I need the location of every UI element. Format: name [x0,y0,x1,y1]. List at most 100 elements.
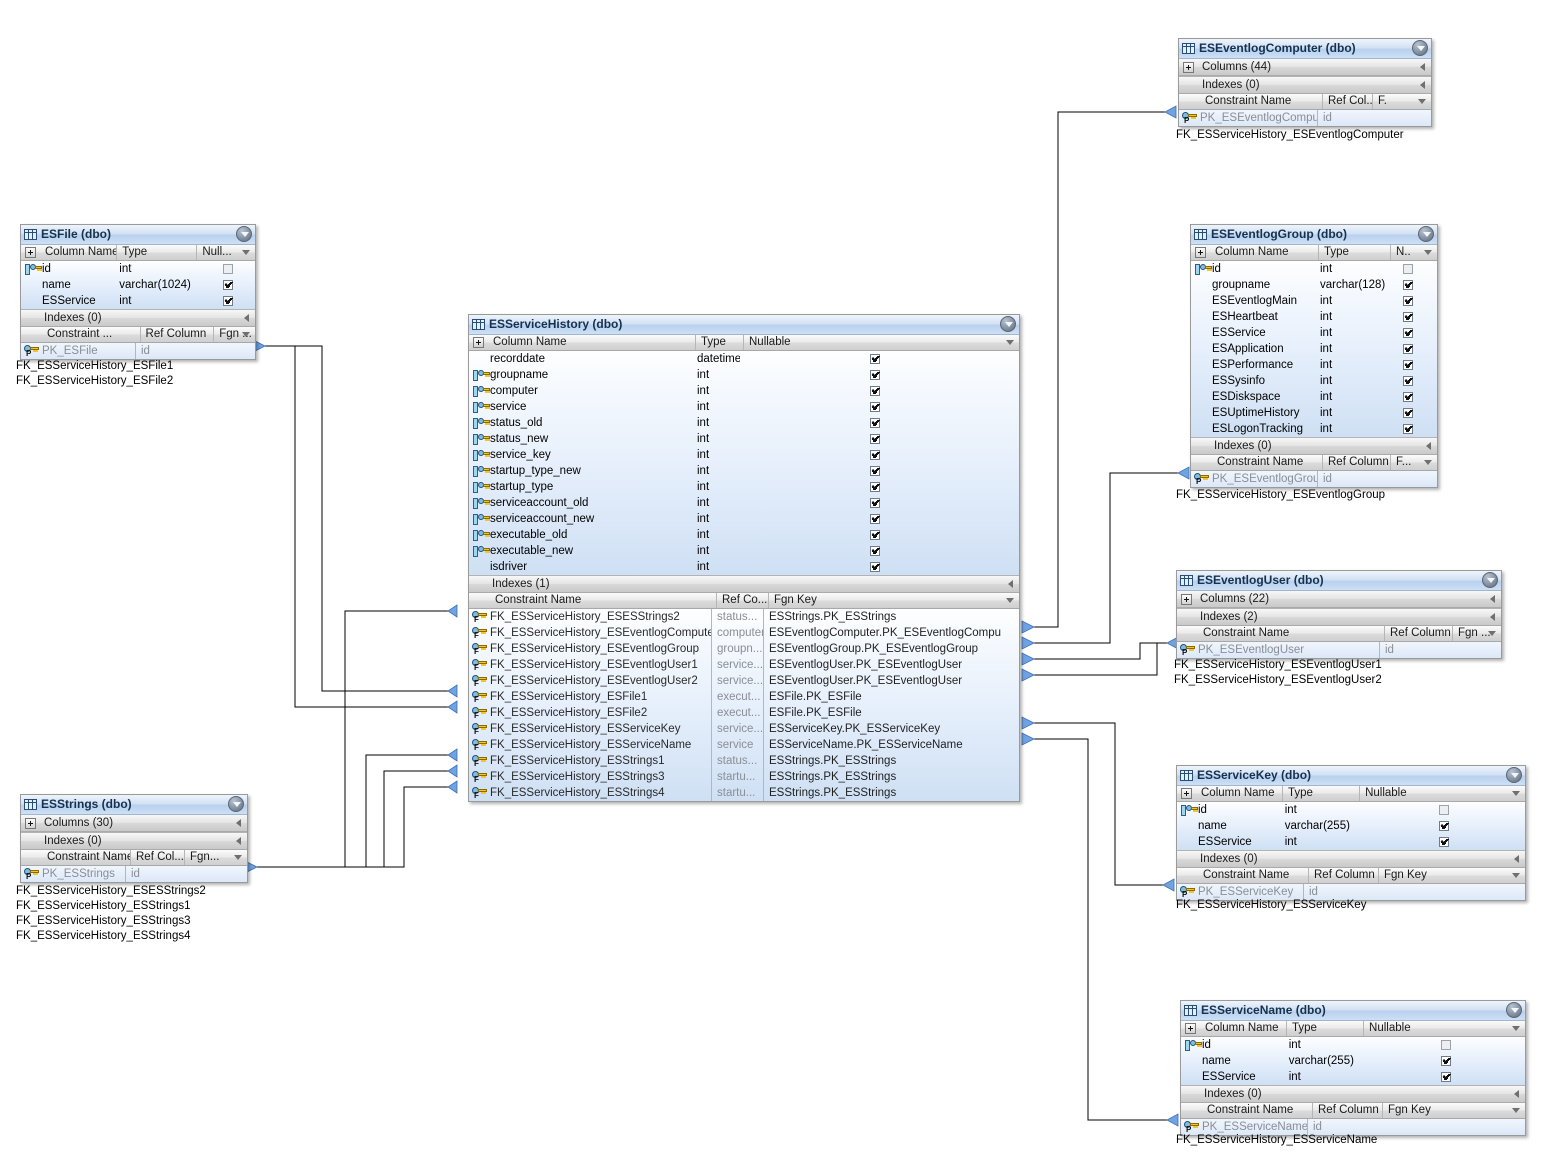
table-row[interactable]: status_old int [469,415,1019,431]
checkbox-checked[interactable] [222,296,233,306]
indexes-bar[interactable]: Indexes (0) [1181,1085,1525,1103]
chevron-left-icon[interactable] [1514,855,1519,863]
table-window-eseventlogcomputer[interactable]: ESEventlogComputer (dbo) Columns (44) In… [1178,38,1432,127]
sort-descending-icon[interactable] [1418,99,1426,104]
table-row[interactable]: name varchar(255) [1181,1053,1525,1069]
table-row[interactable]: ESService int [1181,1069,1525,1085]
cell-nullable[interactable] [740,354,1005,364]
col-header-nullable[interactable]: Nullable [1359,786,1525,801]
col-header-ref-column[interactable]: Ref Column [1322,455,1390,470]
collapse-icon[interactable] [1482,572,1498,588]
col-header-ref-column[interactable]: Ref Co... [716,593,768,608]
collapse-icon[interactable] [1418,226,1434,242]
cell-nullable[interactable] [1387,360,1423,370]
checkbox-checked[interactable] [1438,837,1449,847]
table-row[interactable]: executable_new int [469,543,1019,559]
table-row[interactable]: id int [1191,261,1437,277]
collapse-icon[interactable] [1000,316,1016,332]
cell-nullable[interactable] [1387,328,1423,338]
table-row[interactable]: serviceaccount_old int [469,495,1019,511]
constraint-row[interactable]: F FK_ESServiceHistory_ESEventlogComputer c… [469,625,1019,641]
chevron-left-icon[interactable] [236,819,241,827]
checkbox-checked[interactable] [1402,280,1413,290]
cell-nullable[interactable] [1387,312,1423,322]
sort-descending-icon[interactable] [1512,873,1520,878]
table-row[interactable]: isdriver int [469,559,1019,575]
checkbox-checked[interactable] [1440,1072,1451,1082]
expand-icon[interactable] [1183,61,1194,73]
col-header-nullable[interactable]: Nullable [743,335,1008,350]
cell-nullable[interactable] [740,450,1005,460]
table-row[interactable]: startup_type_new int [469,463,1019,479]
table-row[interactable]: id int [1177,802,1525,818]
col-header-type[interactable]: Type [116,245,196,260]
constraint-row[interactable]: F FK_ESServiceHistory_ESServiceName servic… [469,737,1019,753]
col-header-ref-column[interactable]: Ref Col... [130,850,184,865]
sort-descending-icon[interactable] [1424,250,1432,255]
table-row[interactable]: ESEventlogMain int [1191,293,1437,309]
cell-nullable[interactable] [740,482,1005,492]
cell-nullable[interactable] [740,562,1005,572]
sort-descending-icon[interactable] [242,250,250,255]
cell-nullable[interactable] [1387,344,1423,354]
constraint-row[interactable]: F FK_ESServiceHistory_ESEventlogUser1 serv… [469,657,1019,673]
col-header-nullable[interactable]: N.. [1390,245,1426,260]
col-header-fgn-key[interactable]: F... [1390,455,1418,470]
indexes-bar[interactable]: Indexes (0) [1177,850,1525,868]
col-header-nullable[interactable]: Nullable [1363,1021,1525,1036]
checkbox-checked[interactable] [1402,392,1413,402]
checkbox-checked[interactable] [1402,408,1413,418]
constraint-row[interactable]: F FK_ESServiceHistory_ESFile1 execut... ESF… [469,689,1019,705]
constraints-header-row[interactable]: Constraint Name Ref Column Fgn Key [1177,868,1525,884]
table-row[interactable]: computer int [469,383,1019,399]
constraints-header-row[interactable]: Constraint Name Ref Column Fgn ... [1177,626,1501,642]
cell-nullable[interactable] [740,386,1005,396]
table-header-esservicehistory[interactable]: ESServiceHistory (dbo) [469,315,1019,335]
constraint-row[interactable]: P PK_ESServiceName id [1181,1119,1525,1135]
cell-nullable[interactable] [1387,264,1423,274]
chevron-left-icon[interactable] [244,314,249,322]
checkbox-checked[interactable] [1438,821,1449,831]
table-row[interactable]: executable_old int [469,527,1019,543]
expand-icon[interactable] [25,817,36,829]
sort-descending-icon[interactable] [1006,598,1014,603]
col-header-ref-column[interactable]: Ref Column [1384,626,1452,641]
expand-icon[interactable] [1181,593,1192,605]
constraint-row[interactable]: F FK_ESServiceHistory_ESEventlogGroup grou… [469,641,1019,657]
table-row[interactable]: ESHeartbeat int [1191,309,1437,325]
chevron-left-icon[interactable] [1490,595,1495,603]
constraint-row[interactable]: F FK_ESServiceHistory_ESStrings3 startu...… [469,769,1019,785]
col-header-column-name[interactable]: Column Name [1196,786,1282,801]
collapse-icon[interactable] [228,796,244,812]
chevron-left-icon[interactable] [236,837,241,845]
indexes-bar[interactable]: Indexes (2) [1177,608,1501,626]
checkbox-checked[interactable] [870,418,880,428]
cell-nullable[interactable] [740,402,1005,412]
table-window-eseventloguser[interactable]: ESEventlogUser (dbo) Columns (22) Indexe… [1176,570,1502,659]
col-header-ref-column[interactable]: Ref Column [1308,868,1378,883]
checkbox-checked[interactable] [870,530,880,540]
cell-nullable[interactable] [1362,1056,1526,1066]
cell-nullable[interactable] [740,466,1005,476]
table-row[interactable]: service_key int [469,447,1019,463]
constraint-row[interactable]: F FK_ESServiceHistory_ESESStrings2 status.… [469,609,1019,625]
checkbox-checked[interactable] [870,434,880,444]
col-header-constraint-name[interactable]: Constraint Name [1212,455,1322,470]
col-header-ref-column[interactable]: Ref Column [139,327,214,342]
table-row[interactable]: recorddate datetime [469,351,1019,367]
sort-descending-icon[interactable] [242,332,250,337]
collapse-icon[interactable] [236,226,252,242]
indexes-bar[interactable]: Indexes (0) [21,832,247,850]
cell-nullable[interactable] [740,418,1005,428]
sort-descending-icon[interactable] [1512,1026,1520,1031]
checkbox-checked[interactable] [222,280,233,290]
chevron-left-icon[interactable] [1420,81,1425,89]
checkbox-checked[interactable] [1402,376,1413,386]
checkbox-checked[interactable] [1402,360,1413,370]
indexes-bar[interactable]: Indexes (1) [469,575,1019,593]
cell-nullable[interactable] [1387,408,1423,418]
table-row[interactable]: id int [1181,1037,1525,1053]
cell-nullable[interactable] [1387,392,1423,402]
indexes-bar[interactable]: Indexes (0) [21,309,255,327]
expand-icon[interactable] [25,247,36,258]
